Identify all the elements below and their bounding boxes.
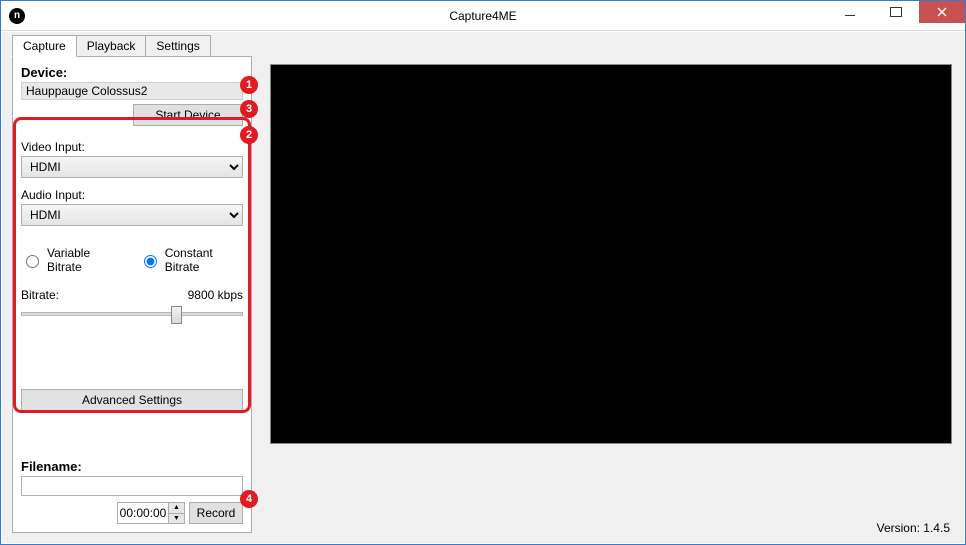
titlebar: n Capture4ME (1, 1, 965, 31)
bitrate-value: 9800 kbps (188, 288, 243, 302)
annotation-badge-1: 1 (240, 76, 258, 94)
annotation-badge-2: 2 (240, 126, 258, 144)
duration-value: 00:00:00 (118, 503, 168, 523)
video-input-label: Video Input: (21, 140, 243, 154)
constant-bitrate-radio[interactable]: Constant Bitrate (139, 246, 243, 274)
client-area: Capture Playback Settings Device: Hauppa… (2, 32, 964, 543)
video-input-select[interactable]: HDMI (21, 156, 243, 178)
constant-bitrate-input[interactable] (144, 255, 157, 268)
close-button[interactable] (919, 1, 965, 23)
duration-spinner[interactable]: 00:00:00 ▲ ▼ (117, 502, 185, 524)
bitrate-label: Bitrate: (21, 288, 59, 302)
record-button[interactable]: Record (189, 502, 243, 524)
slider-track (21, 312, 243, 316)
annotation-badge-3: 3 (240, 100, 258, 118)
filename-section: Filename: 00:00:00 ▲ ▼ Record (21, 457, 243, 524)
tab-panel-capture: Device: Hauppauge Colossus2 Start Device… (12, 56, 252, 533)
variable-bitrate-input[interactable] (26, 255, 39, 268)
advanced-settings-button[interactable]: Advanced Settings (21, 389, 243, 411)
bitrate-slider[interactable] (21, 304, 243, 324)
spinner-up-icon[interactable]: ▲ (168, 503, 184, 514)
variable-bitrate-radio[interactable]: Variable Bitrate (21, 246, 121, 274)
window-title: Capture4ME (1, 9, 965, 23)
spinner-arrows: ▲ ▼ (168, 503, 184, 523)
close-icon (937, 7, 947, 17)
device-name-cell[interactable]: Hauppauge Colossus2 (21, 82, 243, 100)
tabs-container: Capture Playback Settings Device: Hauppa… (12, 34, 252, 533)
video-preview (270, 64, 952, 444)
bitrate-mode-radios: Variable Bitrate Constant Bitrate (21, 246, 243, 274)
annotation-badge-4: 4 (240, 490, 258, 508)
filename-label: Filename: (21, 459, 243, 474)
variable-bitrate-label: Variable Bitrate (47, 246, 121, 274)
audio-input-select[interactable]: HDMI (21, 204, 243, 226)
audio-input-label: Audio Input: (21, 188, 243, 202)
minimize-button[interactable] (827, 1, 873, 23)
device-label: Device: (21, 65, 243, 80)
slider-thumb[interactable] (171, 306, 182, 324)
filename-input[interactable] (21, 476, 243, 496)
spinner-down-icon[interactable]: ▼ (168, 514, 184, 524)
tab-settings[interactable]: Settings (145, 35, 210, 57)
window-buttons (827, 1, 965, 23)
maximize-button[interactable] (873, 1, 919, 23)
tab-playback[interactable]: Playback (76, 35, 147, 57)
constant-bitrate-label: Constant Bitrate (165, 246, 243, 274)
tabstrip: Capture Playback Settings (12, 34, 252, 56)
start-device-button[interactable]: Start Device (133, 104, 243, 126)
version-label: Version: 1.4.5 (877, 521, 950, 535)
tab-capture[interactable]: Capture (12, 35, 77, 57)
